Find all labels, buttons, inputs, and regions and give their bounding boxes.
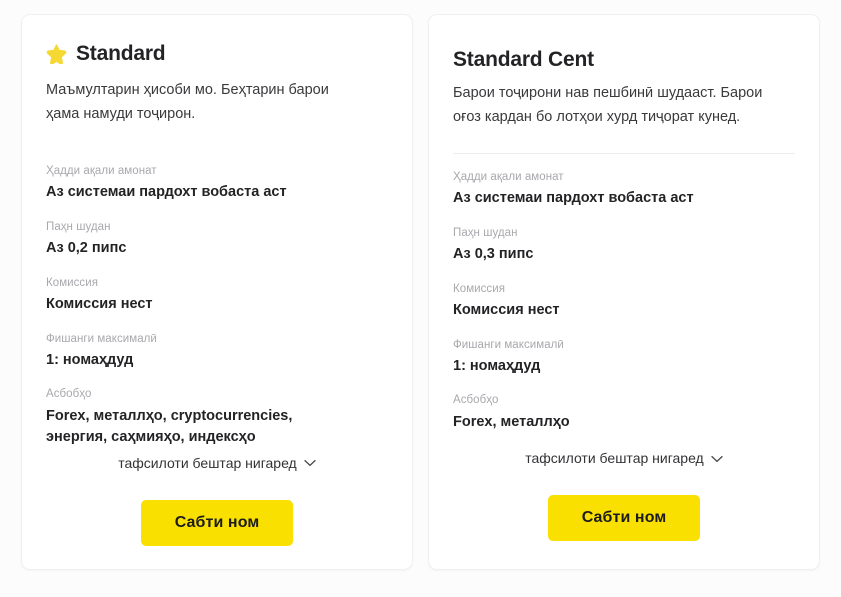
- show-more-details-label: тафсилоти бештар нигаред: [525, 450, 704, 467]
- spec-value: Аз 0,3 пипс: [453, 246, 534, 262]
- spec-value: Аз системаи пардохт вобаста аст: [453, 190, 694, 207]
- spec-value: Комиссия нест: [46, 295, 153, 312]
- card-footer: тафсилоти бештар нигаред Сабти ном: [453, 444, 795, 569]
- show-more-details-link[interactable]: тафсилоти бештар нигаред: [523, 444, 724, 473]
- spec-label: Фишанги максималӣ: [453, 338, 564, 351]
- spec-label: Паҳн шудан: [46, 220, 111, 233]
- spec-row: Ҳадди ақали амонат Аз системаи пардохт в…: [453, 169, 795, 210]
- spec-row: Комиссия Комиссия нест: [453, 281, 795, 322]
- spec-value: 1: номаҳдуд: [46, 351, 134, 368]
- spec-value: Forex, металлҳо: [453, 413, 570, 430]
- spec-row: Паҳн шудан Аз 0,2 пипс: [46, 219, 388, 260]
- account-type-cards: Standard Маъмултарин ҳисоби мо. Беҳтарин…: [0, 0, 841, 597]
- spec-value: Аз системаи пардохт вобаста аст: [46, 184, 287, 201]
- spec-label: Ҳадди ақали амонат: [46, 165, 157, 178]
- spec-value: 1: номаҳдуд: [453, 357, 541, 374]
- account-card-standard-cent[interactable]: Standard Cent Барои тоҷирони нав пешбинӣ…: [428, 14, 820, 570]
- spec-row: Паҳн шудан Аз 0,3 пипс: [453, 225, 795, 266]
- spec-row: Ҳадди ақали амонат Аз системаи пардохт в…: [46, 163, 388, 204]
- sign-up-button[interactable]: Сабти ном: [140, 499, 294, 546]
- chevron-down-icon: [711, 455, 723, 463]
- spec-label: Фишанги максималӣ: [46, 332, 157, 345]
- spec-list: Ҳадди ақали амонат Аз системаи пардохт в…: [453, 154, 795, 433]
- spec-label: Ҳадди ақали амонат: [453, 171, 564, 184]
- chevron-down-icon: [304, 459, 316, 467]
- spec-value: Аз 0,2 пипс: [46, 240, 127, 256]
- spec-row: Фишанги максималӣ 1: номаҳдуд: [46, 331, 388, 372]
- spec-label: Комиссия: [453, 282, 505, 295]
- card-header: Standard Cent: [453, 15, 795, 71]
- spec-row: Фишанги максималӣ 1: номаҳдуд: [453, 337, 795, 378]
- show-more-details-label: тафсилоти бештар нигаред: [118, 455, 297, 472]
- card-title: Standard Cent: [453, 48, 594, 71]
- star-icon: [46, 43, 67, 65]
- card-description: Барои тоҷирони нав пешбинӣ шудааст. Баро…: [453, 85, 763, 125]
- spec-label: Паҳн шудан: [453, 226, 518, 239]
- spec-value: Forex, металлҳо, cryptocurrencies, энерг…: [46, 407, 293, 446]
- show-more-details-link[interactable]: тафсилоти бештар нигаред: [116, 449, 317, 478]
- spec-row: Асбобҳо Forex, металлҳо: [453, 392, 795, 433]
- spec-value: Комиссия нест: [453, 301, 560, 318]
- card-footer: тафсилоти бештар нигаред Сабти ном: [46, 449, 388, 569]
- spec-list: Ҳадди ақали амонат Аз системаи пардохт в…: [46, 148, 388, 449]
- card-header: Standard: [46, 15, 388, 65]
- card-description: Маъмултарин ҳисоби мо. Беҳтарин барои ҳа…: [46, 82, 329, 122]
- spec-label: Асбобҳо: [453, 394, 499, 407]
- spec-label: Комиссия: [46, 276, 98, 289]
- sign-up-button[interactable]: Сабти ном: [547, 495, 701, 541]
- spec-label: Асбобҳо: [46, 388, 92, 401]
- card-title: Standard: [76, 42, 166, 65]
- spec-row: Комиссия Комиссия нест: [46, 275, 388, 316]
- spec-row: Асбобҳо Forex, металлҳо, cryptocurrencie…: [46, 386, 388, 449]
- account-card-standard[interactable]: Standard Маъмултарин ҳисоби мо. Беҳтарин…: [21, 14, 413, 570]
